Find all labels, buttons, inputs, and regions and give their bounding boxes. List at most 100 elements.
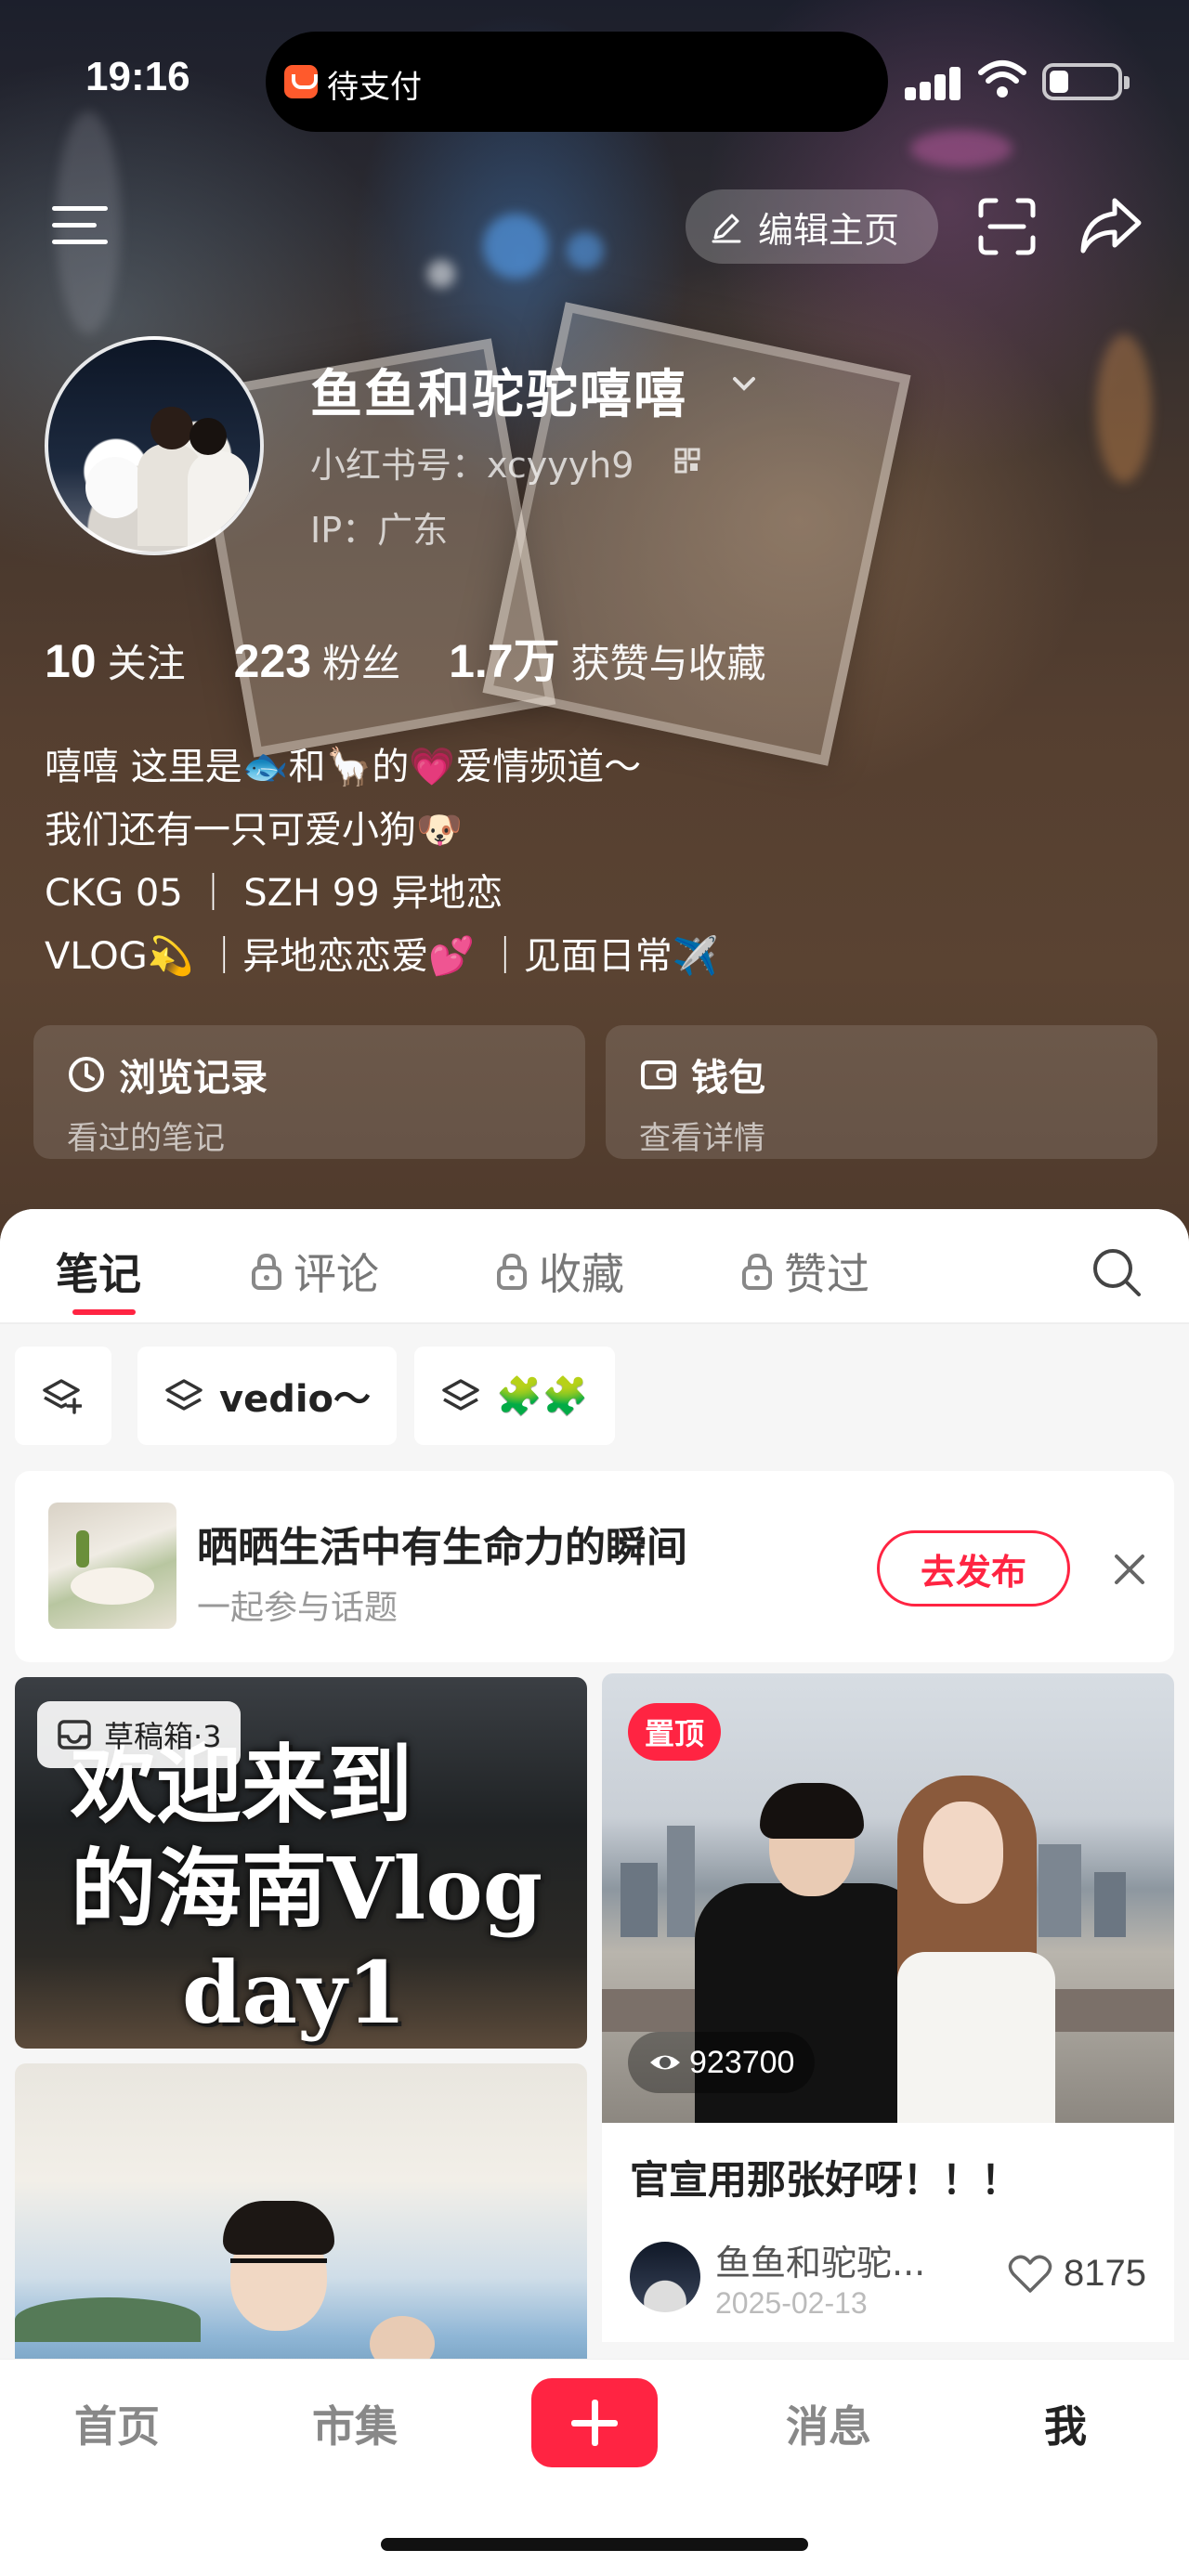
- profile-nickname[interactable]: 鱼鱼和驼驼嘻嘻: [310, 353, 687, 428]
- layers-add-icon: [43, 1379, 82, 1414]
- nav-messages[interactable]: 消息: [786, 2393, 871, 2454]
- profile-bio[interactable]: 嘻嘻 这里是🐟和🦙的💗爱情频道～ 我们还有一只可爱小狗🐶 CKG 05 ｜ SZ…: [45, 735, 719, 988]
- note-title: 官宣用那张好呀！！！: [630, 2157, 1021, 2203]
- inbox-icon: [58, 1720, 91, 1750]
- views-badge: 923700: [628, 2032, 816, 2093]
- note-author[interactable]: 鱼鱼和驼驼...: [715, 2234, 925, 2285]
- pending-payment-label[interactable]: 待支付: [327, 61, 422, 107]
- bio-line: 嘻嘻 这里是🐟和🦙的💗爱情频道～: [45, 746, 642, 788]
- battery-icon: [1042, 63, 1130, 100]
- nav-me[interactable]: 我: [1044, 2393, 1087, 2454]
- stat-likes-label: 获赞与收藏: [570, 641, 766, 686]
- search-icon[interactable]: [1091, 1246, 1143, 1298]
- feed-column-right: 置顶 923700 官宣用那张好呀！！！ 鱼鱼和驼驼... 2025-02-13…: [602, 1673, 1174, 2342]
- vlog-cover-text: 欢迎来到 的海南Vlog day1: [71, 1733, 542, 2045]
- wallet-card[interactable]: 钱包 查看详情: [606, 1025, 1157, 1159]
- scan-icon[interactable]: [977, 197, 1037, 256]
- qr-code-icon[interactable]: [674, 448, 700, 474]
- wallet-subtitle: 查看详情: [639, 1120, 765, 1157]
- stat-followers[interactable]: 223 粉丝: [234, 632, 400, 689]
- stat-likes-count: 1.7万: [449, 635, 560, 687]
- stat-followers-label: 粉丝: [322, 641, 401, 686]
- topic-subtitle: 一起参与话题: [197, 1589, 399, 1627]
- eye-icon: [650, 2055, 680, 2070]
- collection-chip-puzzle[interactable]: 🧩🧩: [414, 1347, 615, 1445]
- bio-line: CKG 05 ｜ SZH 99 异地恋: [45, 872, 503, 915]
- like-button[interactable]: 8175: [1008, 2253, 1146, 2295]
- stat-following-label: 关注: [107, 641, 186, 686]
- collection-chip-vedio[interactable]: vedio～: [137, 1347, 398, 1445]
- create-post-button[interactable]: [531, 2378, 658, 2467]
- vlog-cover-line: 的海南Vlog: [71, 1839, 543, 1939]
- tab-collections[interactable]: 收藏: [494, 1241, 624, 1302]
- menu-icon[interactable]: [52, 202, 110, 249]
- wallet-title: 钱包: [691, 1057, 765, 1099]
- history-card[interactable]: 浏览记录 看过的笔记: [33, 1025, 585, 1159]
- bio-line: VLOG💫 ｜异地恋恋爱💕 ｜见面日常✈️: [45, 935, 719, 978]
- topic-post-button[interactable]: 去发布: [877, 1530, 1070, 1607]
- lock-icon: [742, 1253, 772, 1290]
- drafts-badge[interactable]: 草稿箱·3: [37, 1701, 241, 1768]
- taobao-pay-icon: [284, 65, 318, 98]
- tab-comments-label: 评论: [294, 1249, 379, 1299]
- tab-notes[interactable]: 笔记: [56, 1241, 141, 1302]
- ip-location: IP：广东: [310, 510, 449, 551]
- topic-banner[interactable]: 晒晒生活中有生命力的瞬间 一起参与话题 去发布: [15, 1471, 1174, 1662]
- collection-chips: vedio～ 🧩🧩: [0, 1347, 1189, 1449]
- profile-avatar[interactable]: [45, 336, 264, 555]
- lock-icon: [252, 1253, 281, 1290]
- stat-following[interactable]: 10 关注: [45, 632, 186, 689]
- vlog-cover-line: day1: [182, 1943, 407, 2043]
- signal-icon: [905, 67, 962, 100]
- nav-market[interactable]: 市集: [312, 2393, 398, 2454]
- edit-profile-button[interactable]: 编辑主页: [686, 189, 938, 264]
- wifi-icon: [978, 60, 1026, 98]
- history-title: 浏览记录: [119, 1057, 268, 1099]
- note-date: 2025-02-13: [715, 2286, 868, 2320]
- pinned-badge: 置顶: [628, 1703, 722, 1761]
- feed-column-left: 欢迎来到 的海南Vlog day1 草稿箱·3: [15, 1677, 587, 2453]
- stat-likes-collects[interactable]: 1.7万 获赞与收藏: [449, 624, 766, 691]
- new-collection-button[interactable]: [15, 1347, 111, 1445]
- stat-followers-count: 223: [233, 635, 312, 687]
- collection-chip-label: vedio～: [219, 1378, 372, 1421]
- like-count: 8175: [1064, 2253, 1146, 2294]
- tab-liked[interactable]: 赞过: [739, 1241, 869, 1302]
- tab-comments[interactable]: 评论: [249, 1241, 379, 1302]
- lock-icon: [497, 1253, 527, 1290]
- share-icon[interactable]: [1078, 195, 1144, 256]
- close-icon[interactable]: [1113, 1553, 1146, 1586]
- topic-thumbnail: [48, 1503, 176, 1629]
- stat-following-count: 10: [45, 635, 97, 687]
- profile-tabs: 笔记 评论 收藏 赞过: [0, 1209, 1189, 1324]
- drafts-label: 草稿箱·3: [104, 1719, 222, 1754]
- pinned-note-cover[interactable]: 置顶 923700: [602, 1673, 1174, 2123]
- nav-home[interactable]: 首页: [74, 2393, 160, 2454]
- collection-chip-label: 🧩🧩: [496, 1374, 589, 1418]
- wallet-icon: [641, 1060, 676, 1089]
- bottom-nav: 首页 市集 消息 我: [0, 2359, 1189, 2576]
- profile-stats: 10 关注 223 粉丝 1.7万 获赞与收藏: [45, 624, 815, 691]
- layers-icon: [165, 1379, 203, 1411]
- chevron-down-icon[interactable]: [730, 370, 758, 397]
- clock-icon: [69, 1057, 104, 1092]
- status-time: 19:16: [85, 54, 190, 99]
- edit-profile-label: 编辑主页: [758, 209, 900, 251]
- heart-icon: [1008, 2255, 1052, 2293]
- tab-collections-label: 收藏: [539, 1249, 624, 1299]
- author-avatar[interactable]: [630, 2242, 700, 2312]
- pinned-note-body[interactable]: 官宣用那张好呀！！！ 鱼鱼和驼驼... 2025-02-13 8175: [602, 2123, 1174, 2342]
- views-count: 923700: [689, 2044, 795, 2080]
- home-indicator: [381, 2538, 808, 2551]
- drafts-card[interactable]: 欢迎来到 的海南Vlog day1 草稿箱·3: [15, 1677, 587, 2049]
- tab-liked-label: 赞过: [784, 1249, 869, 1299]
- tab-active-indicator: [72, 1309, 136, 1315]
- tab-notes-label: 笔记: [56, 1249, 141, 1299]
- topic-title: 晒晒生活中有生命力的瞬间: [197, 1524, 687, 1571]
- history-subtitle: 看过的笔记: [67, 1120, 225, 1157]
- user-id: 小红书号：xcyyyh9: [310, 445, 634, 486]
- pencil-icon: [712, 214, 741, 243]
- bio-line: 我们还有一只可爱小狗🐶: [45, 809, 463, 852]
- layers-icon: [442, 1379, 479, 1411]
- status-bar: 19:16 待支付: [0, 0, 1189, 158]
